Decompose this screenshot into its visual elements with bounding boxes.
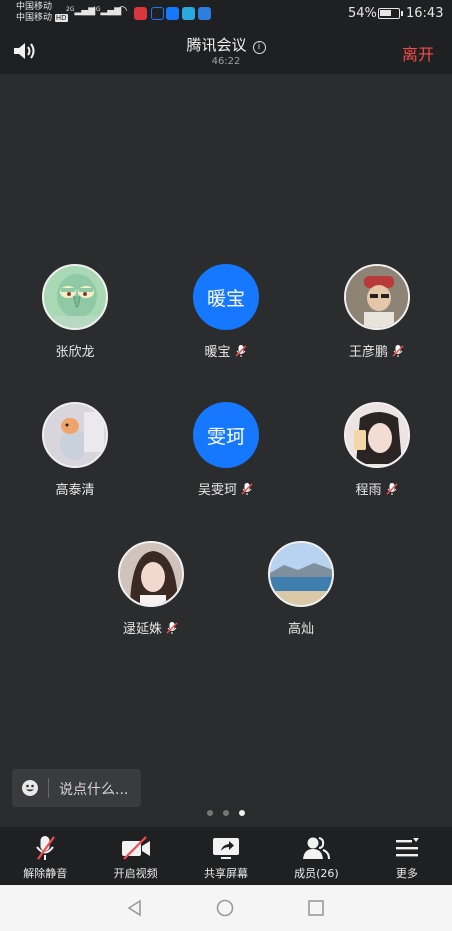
- status-bar: 中国移动 中国移动 HD 2G▂▄▆ 4G▂▄▆ ◠ 54% 16:43: [0, 0, 452, 28]
- mic-muted-icon: [166, 621, 178, 634]
- back-icon[interactable]: [126, 899, 144, 917]
- page-dot[interactable]: [223, 810, 229, 816]
- unmute-button[interactable]: 解除静音: [0, 827, 90, 885]
- tencent-meeting-app-icon: [182, 7, 195, 20]
- members-button[interactable]: 成员(26): [271, 827, 361, 885]
- mic-muted-icon: [241, 482, 253, 495]
- start-video-label: 开启视频: [113, 867, 158, 880]
- emoji-icon[interactable]: [22, 780, 38, 796]
- avatar-initials: 雯珂: [193, 402, 259, 468]
- wifi-icon: ◠: [117, 3, 128, 17]
- chat-input[interactable]: 说点什么...: [12, 769, 141, 807]
- page-indicator: [0, 810, 452, 816]
- browser-app-icon: [198, 7, 211, 20]
- squidward-avatar-image: [54, 274, 100, 328]
- carrier-2: 中国移动 HD: [16, 13, 68, 23]
- nfc-app-icon: [151, 7, 164, 20]
- avatar: [344, 402, 410, 468]
- avatar: [118, 541, 184, 607]
- recents-icon[interactable]: [307, 899, 325, 917]
- participant-tile[interactable]: 王彦鹏: [312, 264, 442, 360]
- carrier-1: 中国移动: [16, 2, 53, 12]
- participant-name: 吴雯珂: [161, 479, 291, 498]
- avatar-initials: 暖宝: [193, 264, 259, 330]
- share-screen-icon: [213, 838, 240, 859]
- chat-divider: [48, 778, 49, 798]
- status-time: 16:43: [406, 6, 444, 21]
- leave-button[interactable]: 离开: [402, 41, 434, 65]
- participant-tile[interactable]: 逯延姝: [86, 541, 216, 637]
- members-icon: [303, 837, 331, 860]
- share-screen-button[interactable]: 共享屏幕: [181, 827, 271, 885]
- meeting-toolbar: 解除静音 开启视频 共享屏幕 成员(26) 更多: [0, 827, 452, 885]
- video-off-icon: [121, 836, 150, 860]
- mic-muted-icon: [36, 836, 56, 860]
- home-icon[interactable]: [216, 899, 234, 917]
- avatar: [42, 264, 108, 330]
- battery-icon: [378, 8, 400, 19]
- avatar: [344, 264, 410, 330]
- participant-tile[interactable]: 暖宝 暖宝: [161, 264, 291, 360]
- participant-name: 王彦鹏: [312, 341, 442, 360]
- meeting-duration: 46:22: [211, 56, 241, 67]
- participant-name: 高灿: [287, 622, 314, 637]
- unmute-label: 解除静音: [23, 867, 68, 880]
- signal-2g-icon: 2G▂▄▆: [66, 6, 96, 16]
- info-icon[interactable]: i: [252, 41, 266, 54]
- participant-name: 程雨: [312, 479, 442, 498]
- battery-percent: 54%: [348, 6, 377, 21]
- more-menu-icon: [395, 838, 419, 857]
- beach-landscape-avatar-image: [270, 543, 332, 605]
- participant-name: 高泰清: [55, 483, 95, 498]
- members-label: 成员(26): [294, 867, 339, 880]
- participant-name: 逯延姝: [86, 618, 216, 637]
- chat-placeholder[interactable]: 说点什么...: [59, 779, 128, 799]
- page-dot-active[interactable]: [239, 810, 245, 816]
- start-video-button[interactable]: 开启视频: [90, 827, 180, 885]
- photo-avatar-image: [346, 404, 408, 466]
- more-label: 更多: [395, 867, 418, 880]
- carrier-info: 中国移动 中国移动 HD: [16, 2, 68, 24]
- photo-avatar-image: [346, 266, 408, 328]
- page-dot[interactable]: [207, 810, 213, 816]
- battery-tip: [401, 11, 403, 16]
- avatar: [268, 541, 334, 607]
- recorder-app-icon: [134, 7, 147, 20]
- mic-muted-icon: [392, 344, 404, 357]
- participant-tile[interactable]: 张欣龙: [10, 264, 140, 360]
- avatar: [42, 402, 108, 468]
- qq-app-icon: [166, 7, 179, 20]
- mic-muted-icon: [234, 344, 247, 357]
- duck-toy-avatar-image: [44, 404, 106, 466]
- mic-muted-icon: [385, 482, 398, 495]
- participant-tile[interactable]: 高灿: [236, 541, 366, 637]
- meeting-title[interactable]: 腾讯会议 i: [0, 34, 452, 55]
- system-nav-bar: [0, 885, 452, 931]
- photo-avatar-image: [120, 543, 182, 605]
- share-screen-label: 共享屏幕: [204, 867, 249, 880]
- meeting-header: 腾讯会议 i 46:22 离开: [0, 28, 452, 74]
- participant-tile[interactable]: 程雨: [312, 402, 442, 498]
- participant-name: 暖宝: [161, 341, 291, 360]
- participant-tile[interactable]: 高泰清: [10, 402, 140, 498]
- more-button[interactable]: 更多: [362, 827, 452, 885]
- participant-name: 张欣龙: [55, 345, 95, 360]
- participant-tile[interactable]: 雯珂 吴雯珂: [161, 402, 291, 498]
